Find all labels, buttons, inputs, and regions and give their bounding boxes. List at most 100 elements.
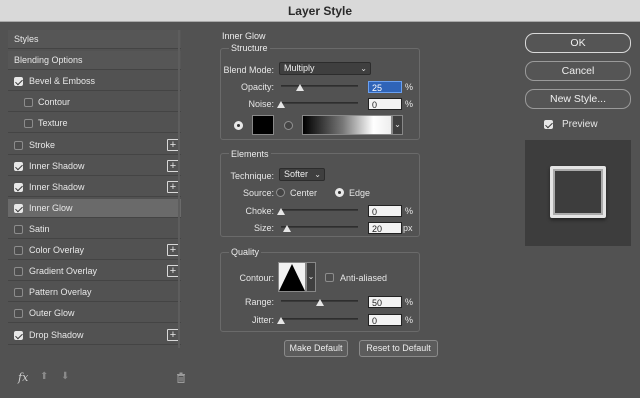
panel-title: Inner Glow: [222, 31, 266, 41]
choke-label: Choke:: [245, 206, 274, 216]
list-footer: fx ⬆ ⬇: [8, 370, 188, 386]
style-checkbox[interactable]: [24, 119, 33, 128]
style-checkbox[interactable]: [14, 162, 23, 171]
list-scrollbar[interactable]: [178, 30, 180, 348]
style-list-item[interactable]: Contour: [8, 93, 181, 112]
style-list-item-label: Drop Shadow: [29, 330, 84, 340]
technique-label: Technique:: [230, 171, 274, 181]
quality-title: Quality: [229, 247, 262, 257]
style-list-item[interactable]: Stroke +: [8, 136, 181, 155]
style-list-item[interactable]: Inner Glow: [8, 199, 181, 218]
style-checkbox[interactable]: [14, 309, 23, 318]
style-list-item[interactable]: Inner Shadow +: [8, 157, 181, 176]
style-list-item-label: Styles: [14, 34, 39, 44]
style-checkbox[interactable]: [14, 204, 23, 213]
style-list-item[interactable]: Color Overlay +: [8, 241, 181, 260]
reset-to-default-button[interactable]: Reset to Default: [359, 340, 438, 357]
blend-mode-select[interactable]: Multiply ⌄: [279, 62, 371, 75]
size-input[interactable]: 20: [368, 222, 402, 234]
style-list-item-label: Color Overlay: [29, 245, 85, 255]
glow-color-swatch[interactable]: [252, 115, 274, 135]
noise-slider[interactable]: [281, 102, 358, 104]
preview-label: Preview: [562, 119, 598, 130]
style-checkbox[interactable]: [14, 77, 23, 86]
style-list-item-label: Texture: [38, 118, 68, 128]
cancel-button[interactable]: Cancel: [525, 61, 631, 81]
move-up-icon[interactable]: ⬆: [40, 371, 48, 382]
choke-slider-thumb[interactable]: [277, 208, 285, 215]
new-style-button[interactable]: New Style...: [525, 89, 631, 109]
choke-unit: %: [405, 206, 414, 216]
style-list-item-label: Gradient Overlay: [29, 266, 98, 276]
jitter-input[interactable]: 0: [368, 314, 402, 326]
style-list-item-label: Pattern Overlay: [29, 287, 92, 297]
gradient-dropdown-chevron-icon[interactable]: ⌄: [392, 115, 403, 135]
size-slider-thumb[interactable]: [283, 225, 292, 232]
structure-title: Structure: [229, 43, 270, 53]
move-down-icon[interactable]: ⬇: [61, 371, 69, 382]
preview-checkbox[interactable]: [544, 120, 553, 129]
source-center-radio[interactable]: [276, 188, 285, 197]
size-slider[interactable]: [281, 226, 358, 228]
jitter-slider-thumb[interactable]: [277, 317, 285, 324]
ok-button[interactable]: OK: [525, 33, 631, 53]
style-checkbox[interactable]: [14, 225, 23, 234]
contour-dropdown-chevron-icon[interactable]: ⌄: [306, 262, 316, 292]
style-list-item-label: Outer Glow: [29, 308, 75, 318]
preview-square: [550, 166, 606, 218]
style-list-item[interactable]: Outer Glow: [8, 304, 181, 323]
choke-slider[interactable]: [281, 209, 358, 211]
style-list-item[interactable]: Pattern Overlay: [8, 283, 181, 302]
source-edge-label: Edge: [349, 188, 371, 198]
technique-value: Softer: [284, 169, 309, 179]
opacity-unit: %: [405, 82, 414, 92]
style-checkbox[interactable]: [24, 98, 33, 107]
make-default-button[interactable]: Make Default: [284, 340, 348, 357]
style-list-item-label: Inner Shadow: [29, 182, 85, 192]
noise-input[interactable]: 0: [368, 98, 402, 110]
jitter-slider[interactable]: [281, 318, 358, 320]
style-list-item-label: Bevel & Emboss: [29, 76, 96, 86]
style-checkbox[interactable]: [14, 183, 23, 192]
fx-button[interactable]: fx: [18, 371, 28, 384]
jitter-label: Jitter:: [251, 315, 274, 325]
gradient-swatch[interactable]: [302, 115, 392, 135]
noise-slider-thumb[interactable]: [277, 101, 285, 108]
anti-aliased-label: Anti-aliased: [340, 273, 388, 283]
solid-color-radio[interactable]: [234, 121, 243, 130]
source-edge-radio[interactable]: [335, 188, 344, 197]
style-list-item[interactable]: Satin: [8, 220, 181, 239]
style-list-item-label: Stroke: [29, 140, 56, 150]
style-checkbox[interactable]: [14, 141, 23, 150]
anti-aliased-checkbox[interactable]: [325, 273, 334, 282]
contour-label: Contour:: [239, 273, 274, 283]
blend-mode-label: Blend Mode:: [223, 65, 274, 75]
style-checkbox[interactable]: [14, 288, 23, 297]
style-checkbox[interactable]: [14, 267, 23, 276]
opacity-slider[interactable]: [281, 85, 358, 87]
style-list-item[interactable]: Blending Options: [8, 51, 181, 70]
source-center-label: Center: [290, 188, 318, 198]
trash-icon[interactable]: [176, 372, 186, 383]
opacity-input[interactable]: 25: [368, 81, 402, 93]
opacity-label: Opacity:: [240, 82, 274, 92]
gradient-radio[interactable]: [284, 121, 293, 130]
style-list-item-label: Blending Options: [14, 55, 83, 65]
elements-title: Elements: [229, 149, 271, 159]
choke-input[interactable]: 0: [368, 205, 402, 217]
range-input[interactable]: 50: [368, 296, 402, 308]
style-list-item[interactable]: Bevel & Emboss: [8, 72, 181, 91]
style-list-item[interactable]: Styles: [8, 30, 181, 49]
style-list-item[interactable]: Gradient Overlay +: [8, 262, 181, 281]
technique-select[interactable]: Softer ⌄: [279, 168, 325, 181]
style-checkbox[interactable]: [14, 246, 23, 255]
style-checkbox[interactable]: [14, 331, 23, 340]
range-slider-thumb[interactable]: [315, 299, 324, 306]
noise-label: Noise:: [248, 99, 274, 109]
style-list-item[interactable]: Drop Shadow +: [8, 326, 181, 345]
contour-preview-icon[interactable]: [278, 262, 306, 292]
style-list-item-label: Inner Shadow: [29, 161, 85, 171]
opacity-slider-thumb[interactable]: [296, 84, 305, 91]
style-list-item[interactable]: Texture: [8, 114, 181, 133]
style-list-item[interactable]: Inner Shadow +: [8, 178, 181, 197]
